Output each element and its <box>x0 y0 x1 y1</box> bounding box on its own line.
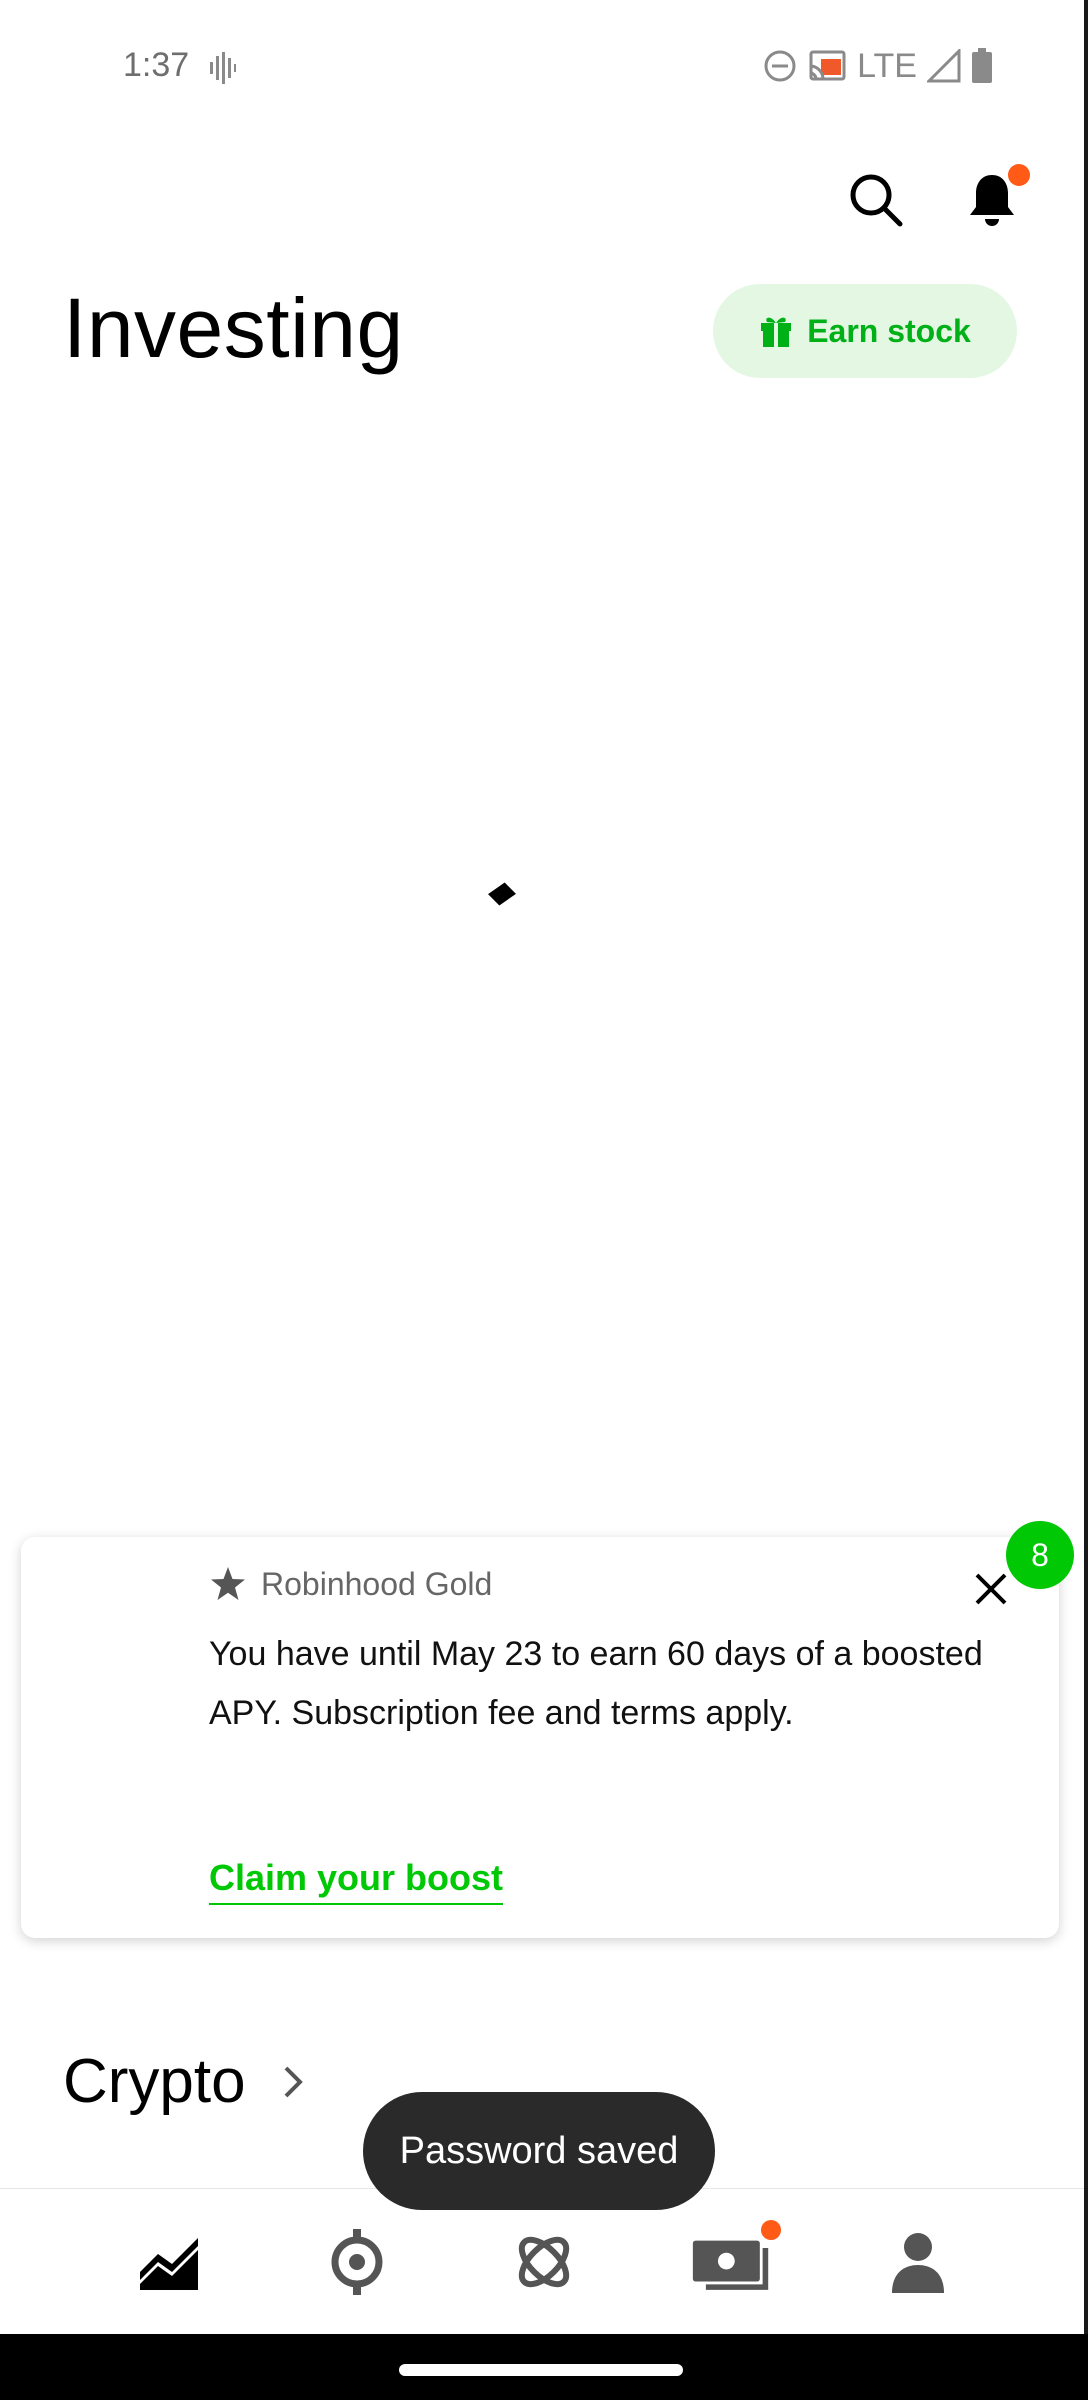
nav-investing[interactable] <box>130 2222 210 2302</box>
crypto-section-header[interactable]: Crypto <box>63 2046 304 2117</box>
voice-activity-icon <box>210 52 236 84</box>
earn-stock-button[interactable]: Earn stock <box>713 284 1017 378</box>
search-button[interactable] <box>846 170 906 230</box>
loading-spinner <box>488 882 516 906</box>
notifications-button[interactable] <box>962 164 1030 230</box>
nav-discover[interactable] <box>317 2222 397 2302</box>
status-bar: 1:37 LTE <box>0 0 1088 134</box>
cash-card-icon <box>693 2240 769 2290</box>
star-icon <box>211 1567 245 1600</box>
cast-icon <box>809 50 846 81</box>
status-time: 1:37 <box>123 46 190 84</box>
account-person-icon <box>892 2232 945 2293</box>
earn-stock-label: Earn stock <box>807 312 971 349</box>
search-icon <box>850 174 903 227</box>
crypto-icon <box>518 2236 570 2287</box>
close-card-button[interactable] <box>967 1565 1015 1613</box>
claim-boost-link[interactable]: Claim your boost <box>209 1857 504 1905</box>
investing-chart-icon <box>139 2237 198 2290</box>
password-saved-toast: Password saved <box>363 2092 715 2210</box>
network-type: LTE <box>857 46 917 85</box>
do-not-disturb-icon <box>764 50 796 82</box>
status-icons: LTE <box>763 46 993 86</box>
discover-icon <box>331 2228 383 2295</box>
nav-account[interactable] <box>878 2222 958 2302</box>
page-title: Investing <box>63 281 404 375</box>
close-icon <box>975 1573 1007 1605</box>
right-edge <box>1084 0 1088 2334</box>
card-message: You have until May 23 to earn 60 days of… <box>209 1635 983 1732</box>
card-count-badge: 8 <box>1006 1521 1074 1589</box>
nav-crypto[interactable] <box>504 2222 584 2302</box>
header-actions <box>846 164 1030 230</box>
promo-card: Robinhood Gold You have until May 23 to … <box>21 1537 1059 1938</box>
home-gesture-handle[interactable] <box>399 2364 683 2376</box>
crypto-section-title: Crypto <box>63 2047 246 2116</box>
notification-dot <box>1008 164 1030 186</box>
card-header: Robinhood Gold <box>209 1565 492 1603</box>
nav-cash[interactable] <box>691 2219 782 2302</box>
chevron-right-icon <box>284 2066 303 2097</box>
signal-icon <box>927 49 961 83</box>
cash-notification-dot <box>761 2219 782 2240</box>
battery-icon <box>972 48 992 83</box>
card-brand: Robinhood Gold <box>261 1565 493 1602</box>
gift-icon <box>761 317 792 347</box>
